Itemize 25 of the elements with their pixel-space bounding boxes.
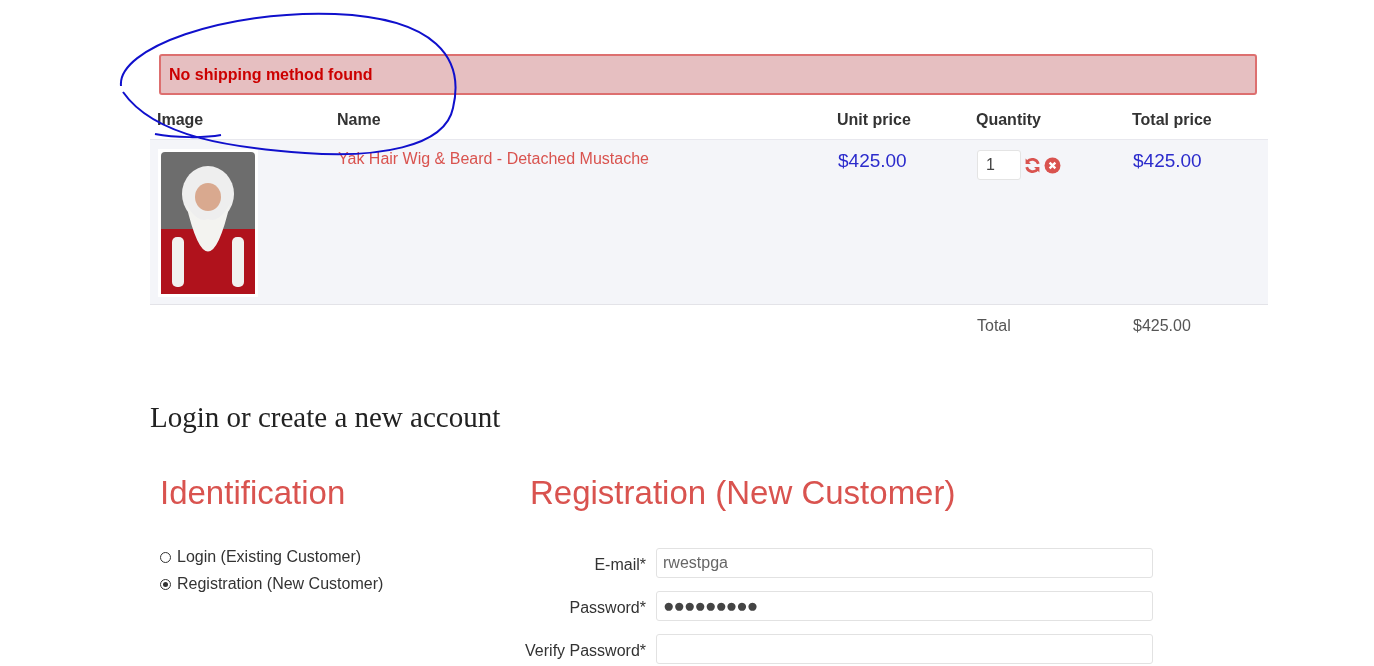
remove-icon[interactable] — [1044, 156, 1061, 174]
input-field[interactable]: ●●●●●●●●● — [656, 591, 1153, 621]
field-label: Verify Password* — [524, 641, 647, 660]
column-header: Image — [156, 110, 205, 130]
radio-option[interactable]: Registration (New Customer) — [160, 575, 530, 593]
section-title: Login or create a new account — [150, 401, 502, 434]
radio-option[interactable]: Login (Existing Customer) — [160, 548, 530, 566]
column-header: Total price — [1131, 110, 1213, 130]
quantity-field[interactable]: 1 — [977, 150, 1021, 180]
field-label: Password* — [568, 598, 647, 617]
column-header: Unit price — [836, 110, 912, 130]
input-field[interactable]: rwestpga — [656, 548, 1153, 578]
column-header: Name — [336, 110, 382, 130]
input-field[interactable] — [656, 634, 1153, 664]
total-value: $425.00 — [1133, 317, 1191, 335]
column-header: Quantity — [975, 110, 1042, 130]
field-label: E-mail* — [593, 555, 647, 574]
total-label: Total — [977, 317, 1011, 335]
identification-heading: Identification — [160, 474, 347, 512]
alert-message: No shipping method found — [159, 54, 1257, 95]
unit-price: $425.00 — [838, 150, 907, 172]
total-price: $425.00 — [1133, 150, 1202, 172]
registration-heading: Registration (New Customer) — [530, 474, 957, 512]
product-link[interactable]: Yak Hair Wig & Beard - Detached Mustache — [338, 150, 649, 168]
refresh-icon[interactable] — [1024, 156, 1041, 174]
